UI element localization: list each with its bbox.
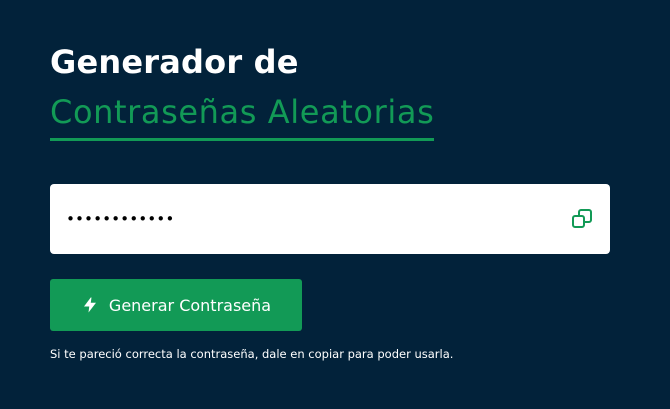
page-title: Generador de (50, 43, 299, 81)
hint-text: Si te pareció correcta la contraseña, da… (50, 347, 454, 361)
generator-panel: Generador de Contraseñas Aleatorias Gene… (50, 40, 610, 361)
generate-password-button[interactable]: Generar Contraseña (50, 279, 302, 331)
page-subtitle: Contraseñas Aleatorias (50, 90, 435, 141)
password-input[interactable] (66, 184, 536, 254)
copy-icon[interactable] (570, 207, 594, 231)
password-field (50, 184, 610, 254)
bolt-icon (81, 296, 99, 314)
generate-button-label: Generar Contraseña (108, 295, 272, 315)
